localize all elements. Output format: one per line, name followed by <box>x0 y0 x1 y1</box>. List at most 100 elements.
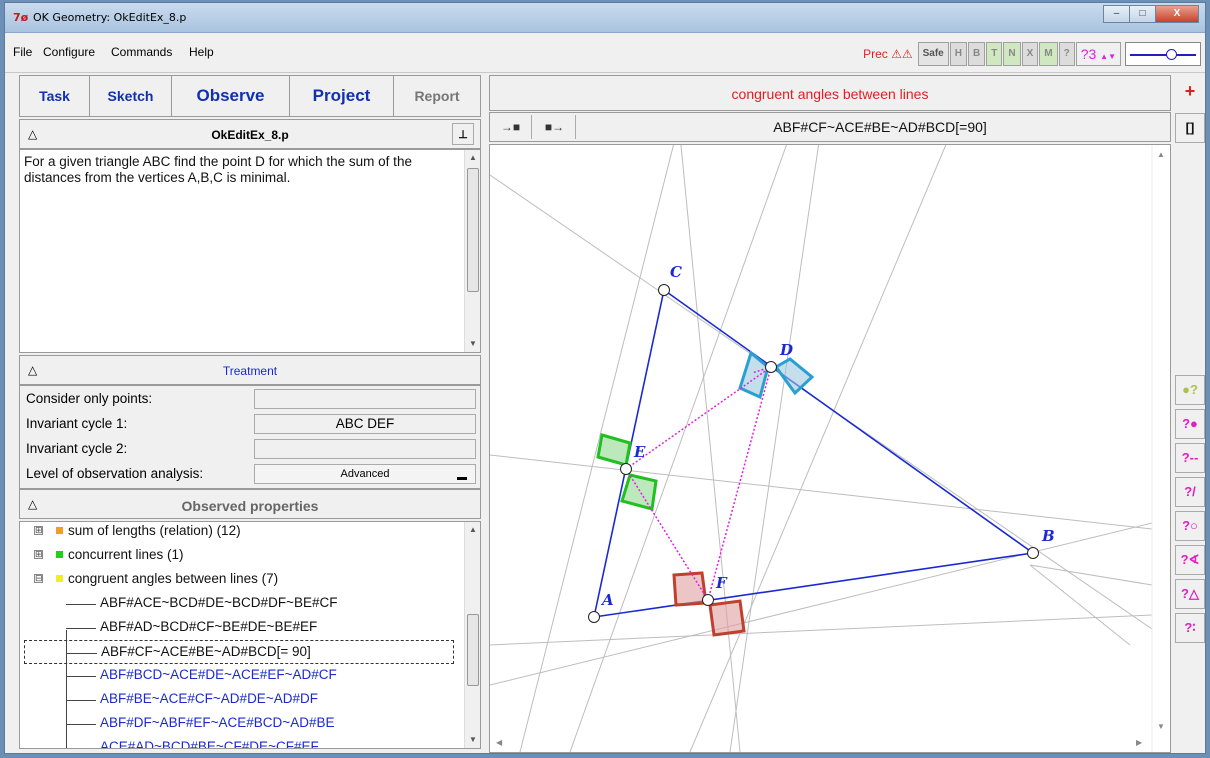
tree-group[interactable]: ⊞ sum of lengths (relation) (12) <box>20 522 464 544</box>
collapse-icon[interactable]: ⊟ <box>34 574 43 583</box>
setting-row: Invariant cycle 1: ABC DEF <box>20 413 482 435</box>
label-a: A <box>600 591 614 609</box>
tree-item[interactable]: ABF#AD~BCD#CF~BE#DE~BE#EF <box>20 616 464 640</box>
geometry-drawing[interactable]: A B C D E F ▲ ▼ ◀ ▶ <box>490 145 1170 752</box>
point-a[interactable] <box>588 611 600 623</box>
safe-button[interactable]: Safe <box>917 42 949 66</box>
n-button[interactable]: N <box>1003 42 1021 66</box>
tab-report[interactable]: Report <box>394 76 480 116</box>
angle-marker-d <box>738 350 815 400</box>
slider-knob[interactable] <box>1166 49 1177 60</box>
point-e[interactable] <box>620 463 632 475</box>
menu-file[interactable]: File <box>13 45 32 59</box>
task-scrollbar[interactable]: ▲ ▼ <box>464 150 480 352</box>
maximize-button[interactable]: □ <box>1129 5 1156 23</box>
scroll-up-icon[interactable]: ▲ <box>465 150 481 166</box>
query-point-button[interactable]: ?● <box>1175 409 1205 439</box>
query-line-button[interactable]: ?/ <box>1175 477 1205 507</box>
cycle2-field[interactable] <box>254 439 476 459</box>
tab-project[interactable]: Project <box>290 76 394 116</box>
menu-commands[interactable]: Commands <box>111 45 172 59</box>
x-button[interactable]: X <box>1021 42 1039 66</box>
scroll-down-icon[interactable]: ▼ <box>465 732 480 748</box>
geometry-canvas[interactable]: A B C D E F ▲ ▼ ◀ ▶ <box>489 144 1171 753</box>
tab-sketch[interactable]: Sketch <box>90 76 172 116</box>
bracket-button[interactable]: [] <box>1175 113 1205 143</box>
tree-item[interactable]: ABF#ACE~BCD#DE~BCD#DF~BE#CF <box>20 592 464 616</box>
points-field[interactable] <box>254 389 476 409</box>
m-button[interactable]: M <box>1039 42 1058 66</box>
app-window: 7ø OK Geometry: OkEditEx_8.p – □ X File … <box>4 2 1206 754</box>
point-b[interactable] <box>1027 547 1039 559</box>
expand-icon[interactable]: ⊞ <box>34 526 43 535</box>
t-button[interactable]: T <box>986 42 1003 66</box>
prec-warning[interactable]: Prec ⚠⚠ <box>863 47 913 61</box>
query-ratio-button[interactable]: ?∶ <box>1175 613 1205 643</box>
label-c: C <box>670 263 682 281</box>
scroll-up-icon[interactable]: ▲ <box>465 522 480 538</box>
q3-spinner[interactable]: ?3 ▲▼ <box>1075 42 1121 66</box>
tree-group[interactable]: ⊞ concurrent lines (1) <box>20 544 464 568</box>
nav-next-button[interactable]: ■→ <box>534 115 576 139</box>
label-b: B <box>1041 527 1055 545</box>
query-circle-button[interactable]: ?○ <box>1175 511 1205 541</box>
setting-row: Level of observation analysis: Advanced ▬ <box>20 463 482 485</box>
observed-header: △ Observed properties <box>19 489 481 519</box>
tree-scrollbar[interactable]: ▲ ▼ <box>464 522 480 748</box>
cycle1-field[interactable]: ABC DEF <box>254 414 476 434</box>
q3-label: ?3 <box>1080 46 1097 62</box>
scroll-down-icon[interactable]: ▼ <box>465 336 481 352</box>
tab-task[interactable]: Task <box>20 76 90 116</box>
pin-icon[interactable]: ⊥ <box>452 123 474 145</box>
group-label: congruent angles between lines (7) <box>68 571 279 586</box>
point-f[interactable] <box>702 594 714 606</box>
tree-item[interactable]: ABF#DF~ABF#EF~ACE#BCD~AD#BE <box>20 712 464 736</box>
nav-prev-button[interactable]: →■ <box>490 115 532 139</box>
app-icon: 7ø <box>13 11 29 24</box>
tree-group[interactable]: ⊟ congruent angles between lines (7) <box>20 568 464 592</box>
scroll-thumb[interactable] <box>467 614 479 686</box>
title-bar[interactable]: 7ø OK Geometry: OkEditEx_8.p – □ X <box>5 3 1205 33</box>
tree-item-selected[interactable]: ABF#CF~ACE#BE~AD#BCD[= 90] <box>24 640 454 664</box>
menu-help[interactable]: Help <box>189 45 214 59</box>
menu-bar: File Configure Commands Help Prec ⚠⚠ Saf… <box>5 33 1205 73</box>
observed-properties-tree: ⊞ sum of lengths (relation) (12) ⊞ concu… <box>19 521 481 749</box>
right-panel: congruent angles between lines →■ ■→ ABF… <box>489 75 1205 753</box>
query-triangle-button[interactable]: ?△ <box>1175 579 1205 609</box>
expand-icon[interactable]: ⊞ <box>34 550 43 559</box>
h-button[interactable]: H <box>949 42 967 66</box>
property-text: ABF#AD~BCD#CF~BE#DE~BE#EF <box>100 619 318 634</box>
scroll-thumb[interactable] <box>467 168 479 292</box>
task-header: △ OkEditEx_8.p ⊥ <box>19 119 481 149</box>
point-labels: A B C D E F <box>600 263 1055 609</box>
property-text: ABF#BCD~ACE#DE~ACE#EF~AD#CF <box>100 667 337 682</box>
left-panel: Task Sketch Observe Project Report △ OkE… <box>19 75 481 749</box>
add-red-cross-button[interactable]: + <box>1175 77 1205 107</box>
menu-configure[interactable]: Configure <box>43 45 95 59</box>
tab-observe[interactable]: Observe <box>172 76 290 116</box>
scroll-left-icon[interactable]: ◀ <box>496 738 503 747</box>
query-angle-button[interactable]: ?∢ <box>1175 545 1205 575</box>
point-c[interactable] <box>658 284 670 296</box>
b-button[interactable]: B <box>967 42 986 66</box>
scroll-up-icon[interactable]: ▲ <box>1157 150 1165 159</box>
property-text: ACE#AD~BCD#BE~CF#DE~CF#EF <box>100 739 319 749</box>
point-d[interactable] <box>765 361 777 373</box>
analysis-level-select[interactable]: Advanced ▬ <box>254 464 476 484</box>
speed-slider[interactable] <box>1125 42 1201 66</box>
query-segment-button[interactable]: ?-- <box>1175 443 1205 473</box>
help-q-button[interactable]: ? <box>1058 42 1075 66</box>
analysis-level-value: Advanced <box>340 468 390 480</box>
point-query-button[interactable]: ●? <box>1175 375 1205 405</box>
tree-item[interactable]: ABF#BCD~ACE#DE~ACE#EF~AD#CF <box>20 664 464 688</box>
close-button[interactable]: X <box>1155 5 1199 23</box>
property-text: ABF#BE~ACE#CF~AD#DE~AD#DF <box>100 691 318 706</box>
tree-item[interactable]: ABF#BE~ACE#CF~AD#DE~AD#DF <box>20 688 464 712</box>
treatment-label: Treatment <box>222 364 278 378</box>
task-text-area[interactable]: For a given triangle ABC find the point … <box>19 149 481 353</box>
scroll-down-icon[interactable]: ▼ <box>1157 722 1165 731</box>
scroll-right-icon[interactable]: ▶ <box>1136 738 1143 747</box>
minimize-button[interactable]: – <box>1103 5 1130 23</box>
setting-label: Level of observation analysis: <box>26 466 204 481</box>
tree-item[interactable]: ACE#AD~BCD#BE~CF#DE~CF#EF <box>20 736 464 749</box>
